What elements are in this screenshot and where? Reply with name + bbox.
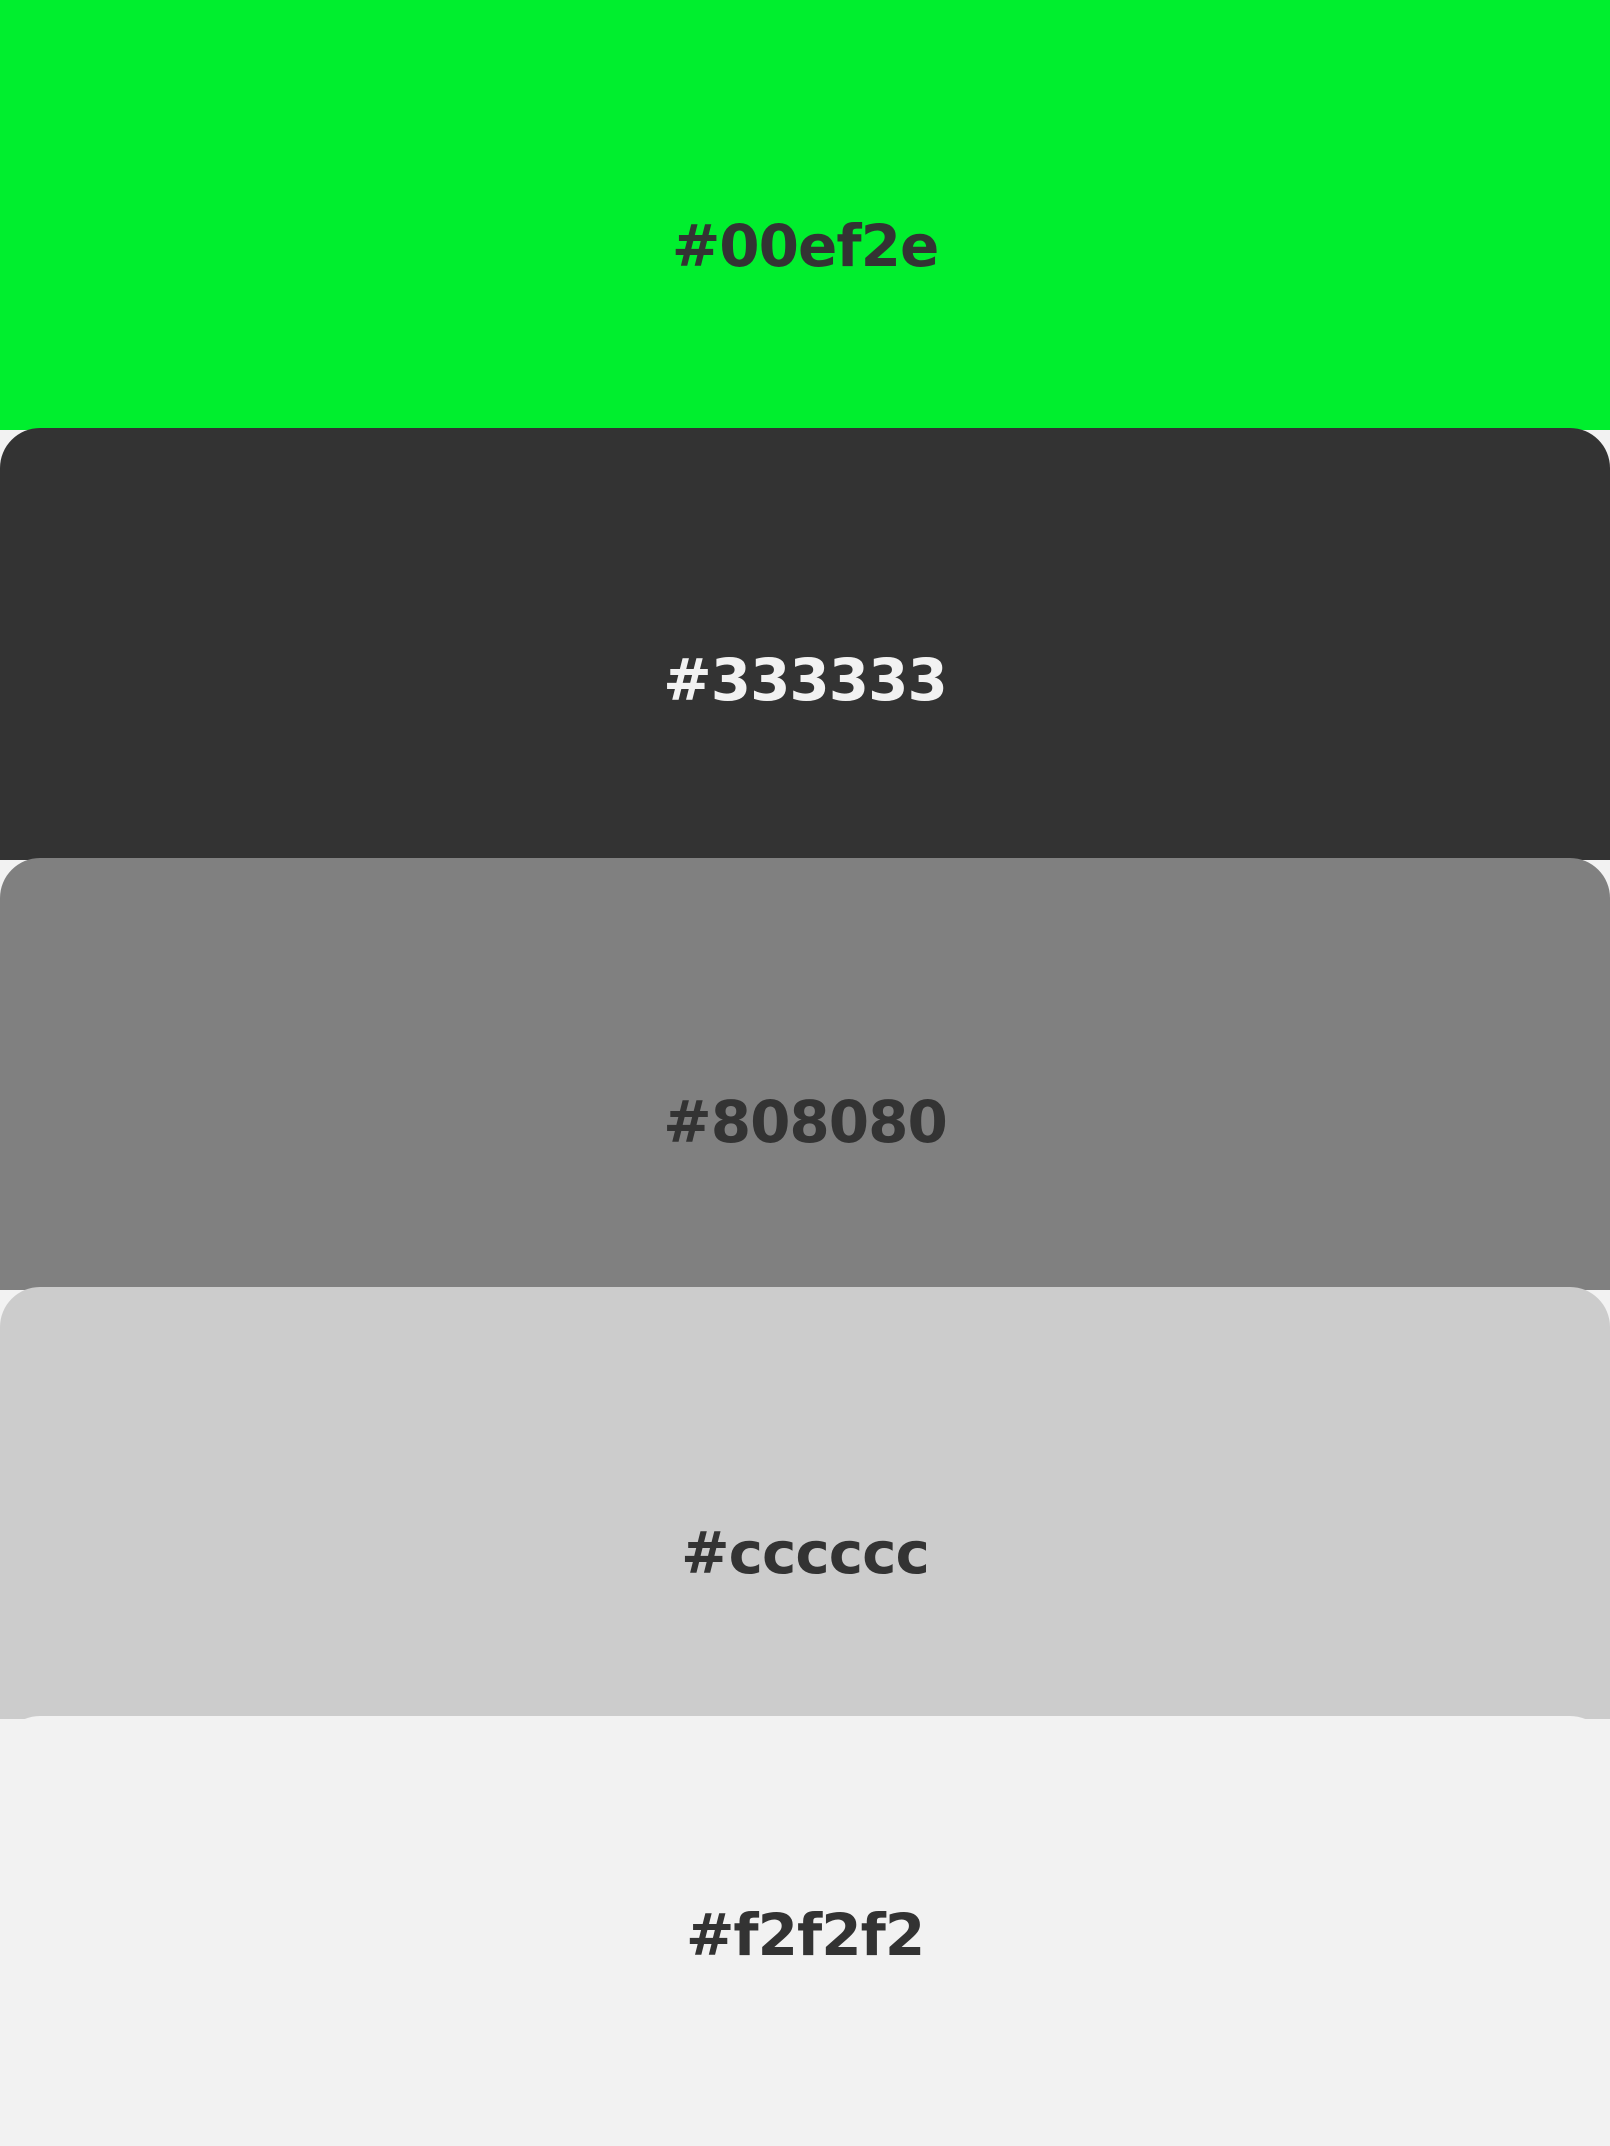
color-palette: #00ef2e #333333 #808080 #cccccc #f2f2f2 [0, 0, 1610, 2146]
swatch-cccccc[interactable]: #cccccc [0, 1287, 1610, 1719]
swatch-hex-label: #808080 [663, 1088, 948, 1156]
swatch-808080[interactable]: #808080 [0, 858, 1610, 1290]
swatch-f2f2f2[interactable]: #f2f2f2 [0, 1716, 1610, 2146]
swatch-333333[interactable]: #333333 [0, 428, 1610, 860]
swatch-00ef2e[interactable]: #00ef2e [0, 0, 1610, 430]
swatch-hex-label: #cccccc [681, 1519, 930, 1587]
swatch-hex-label: #00ef2e [671, 212, 940, 280]
swatch-hex-label: #333333 [663, 646, 948, 714]
swatch-hex-label: #f2f2f2 [685, 1901, 925, 1969]
